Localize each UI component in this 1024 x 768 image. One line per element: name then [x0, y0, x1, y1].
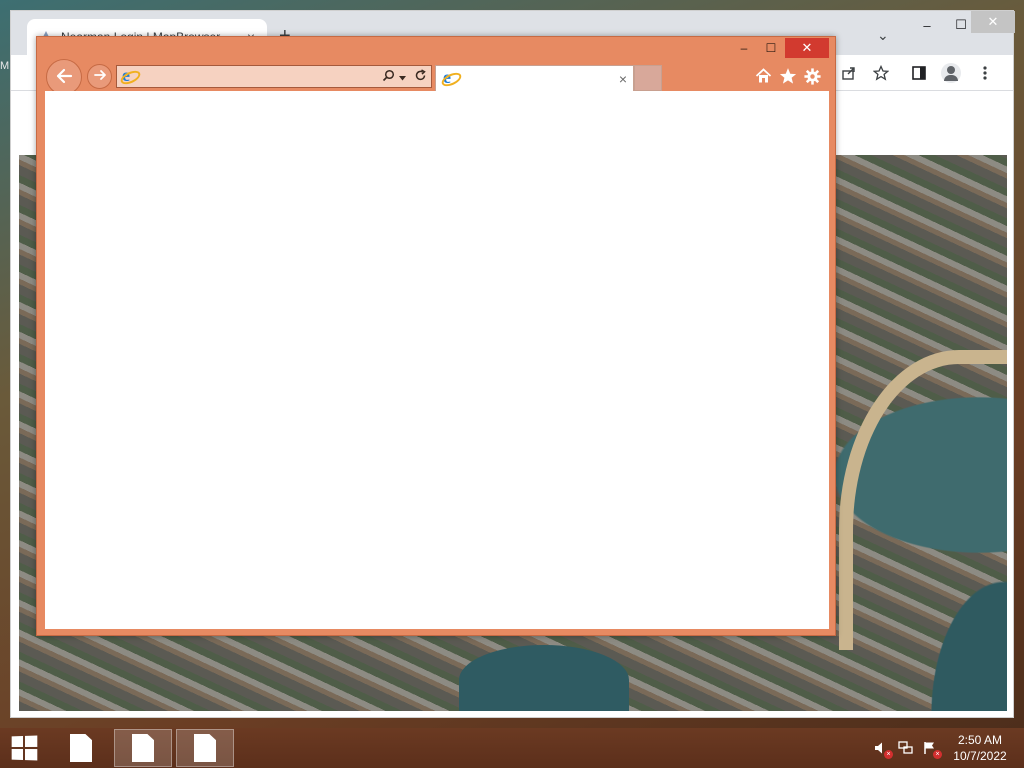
- ie-content-area[interactable]: [45, 91, 829, 629]
- clock-time: 2:50 AM: [957, 733, 1003, 747]
- profile-icon[interactable]: [939, 63, 963, 83]
- windows-logo-icon: [11, 735, 38, 761]
- document-icon: [194, 734, 216, 762]
- speaker-muted-icon[interactable]: ×: [872, 740, 893, 759]
- ie-new-tab-button[interactable]: [634, 65, 662, 91]
- search-dropdown-icon[interactable]: [399, 70, 406, 84]
- home-icon[interactable]: [752, 65, 774, 87]
- ie-address-tools: [382, 68, 431, 85]
- ie-window: – ☐ ✕ ×: [36, 36, 836, 636]
- ie-forward-button[interactable]: [87, 64, 112, 89]
- system-clock[interactable]: 2:50 AM 10/7/2022: [950, 732, 1010, 764]
- bookmark-star-icon[interactable]: [869, 63, 893, 83]
- avatar: [941, 63, 961, 83]
- start-button[interactable]: [0, 728, 48, 768]
- ie-address-favicon: [117, 65, 136, 86]
- chrome-tab-search-button[interactable]: ⌄: [877, 27, 889, 44]
- share-icon[interactable]: [837, 63, 861, 83]
- document-icon: [70, 734, 92, 762]
- side-panel-icon[interactable]: [907, 63, 931, 83]
- ie-minimize-button[interactable]: –: [731, 38, 757, 58]
- favorites-star-icon[interactable]: [777, 65, 799, 87]
- ie-address-input[interactable]: [136, 66, 382, 87]
- back-arrow-icon: [54, 66, 74, 89]
- ie-maximize-button[interactable]: ☐: [758, 38, 784, 58]
- document-icon: [132, 734, 154, 762]
- ie-address-bar[interactable]: [116, 65, 432, 88]
- refresh-icon[interactable]: [410, 68, 427, 85]
- chrome-close-button[interactable]: ✕: [971, 11, 1015, 33]
- ie-tab-close-icon[interactable]: ×: [619, 71, 627, 87]
- ie-logo-icon: [121, 65, 136, 86]
- action-center-flag-icon[interactable]: ×: [921, 740, 942, 759]
- taskbar-app-button-3[interactable]: [176, 729, 234, 767]
- ie-tab[interactable]: ×: [435, 65, 634, 91]
- ie-back-button[interactable]: [46, 59, 82, 95]
- desktop-edge-text: M: [0, 60, 10, 72]
- clock-date: 10/7/2022: [953, 749, 1007, 763]
- taskbar-app-button-2[interactable]: [114, 729, 172, 767]
- gear-icon[interactable]: [801, 65, 823, 87]
- search-icon[interactable]: [382, 69, 395, 85]
- more-menu-icon[interactable]: [973, 63, 997, 83]
- forward-arrow-icon: [93, 68, 107, 85]
- taskbar: × × 2:50 AM 10/7/2022: [0, 728, 1024, 768]
- water-channel: [459, 645, 629, 711]
- taskbar-app-button-1[interactable]: [52, 729, 110, 767]
- sand-shoreline: [839, 350, 1007, 650]
- ie-tab-favicon-icon: [442, 67, 457, 88]
- network-icon[interactable]: [897, 740, 915, 756]
- ie-close-button[interactable]: ✕: [785, 38, 829, 58]
